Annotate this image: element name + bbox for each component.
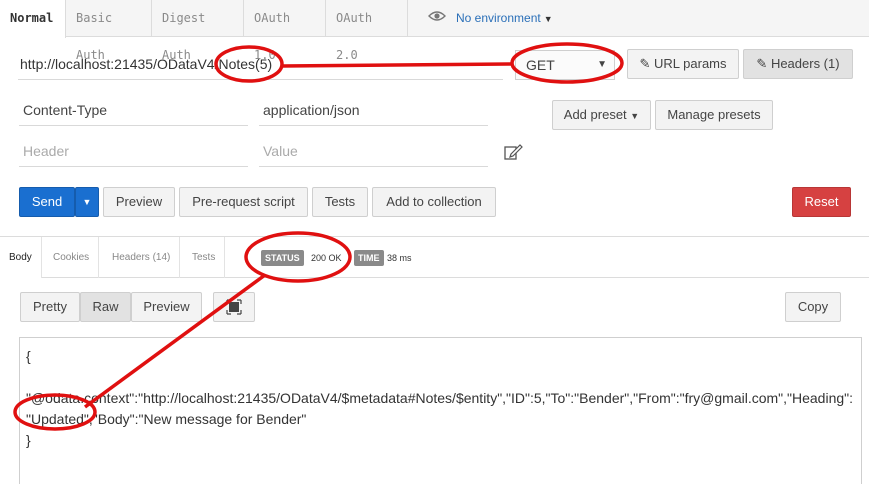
url-params-button[interactable]: ✎ URL params <box>627 49 739 79</box>
time-badge: TIME <box>354 250 384 266</box>
prerequest-script-button[interactable]: Pre-request script <box>179 187 308 217</box>
expand-button[interactable] <box>213 292 255 322</box>
tab-digest-auth[interactable]: Digest Auth <box>152 0 244 62</box>
raw-button[interactable]: Raw <box>80 292 131 322</box>
response-body[interactable]: { "@odata.context":"http://localhost:214… <box>19 337 862 484</box>
reset-button[interactable]: Reset <box>792 187 851 217</box>
tests-button[interactable]: Tests <box>312 187 368 217</box>
chevron-down-icon: ▼ <box>543 14 553 24</box>
tab-basic-auth[interactable]: Basic Auth <box>66 0 152 62</box>
fullscreen-icon <box>226 299 242 315</box>
add-preset-label: Add preset <box>563 107 627 122</box>
tab-tests[interactable]: Tests <box>183 237 226 278</box>
bulk-edit-icon[interactable] <box>503 142 523 167</box>
body-line-close: } <box>26 432 31 448</box>
edit-icon: ✎ <box>639 56 651 71</box>
pretty-button[interactable]: Pretty <box>20 292 80 322</box>
preview-view-button[interactable]: Preview <box>131 292 202 322</box>
body-line-2: "Updated","Body":"New message for Bender… <box>26 411 307 427</box>
headers-label: Headers (1) <box>770 56 840 71</box>
body-line-1: "@odata.context":"http://localhost:21435… <box>26 390 853 406</box>
header-value-input[interactable]: Value <box>259 137 488 167</box>
environment-label: No environment <box>456 11 541 25</box>
tab-normal[interactable]: Normal <box>0 0 66 38</box>
body-blank-line <box>26 367 855 388</box>
chevron-down-icon: ▼ <box>82 197 92 207</box>
tab-oauth-1[interactable]: OAuth 1.0 <box>244 0 326 62</box>
header-key-field[interactable]: Content-Type <box>19 96 248 126</box>
chevron-down-icon: ▼ <box>630 111 640 121</box>
status-badge: STATUS <box>261 250 304 266</box>
environment-selector[interactable]: No environment ▼ <box>428 0 553 37</box>
edit-icon: ✎ <box>756 56 768 71</box>
chevron-down-icon: ▼ <box>597 59 607 70</box>
copy-button[interactable]: Copy <box>785 292 841 322</box>
status-value: 200 OK <box>311 253 342 263</box>
body-line-open: { <box>26 348 31 364</box>
auth-tab-bar: Normal Basic Auth Digest Auth OAuth 1.0 … <box>0 0 869 62</box>
headers-button[interactable]: ✎ Headers (1) <box>743 49 853 79</box>
tab-cookies[interactable]: Cookies <box>44 237 100 278</box>
response-tab-bar: Body Cookies Headers (14) Tests <box>0 236 869 278</box>
method-value: GET <box>526 57 555 73</box>
tab-oauth-2[interactable]: OAuth 2.0 <box>326 0 408 62</box>
tab-headers[interactable]: Headers (14) <box>103 237 181 278</box>
eye-icon <box>428 0 446 37</box>
preview-button[interactable]: Preview <box>103 187 175 217</box>
add-to-collection-button[interactable]: Add to collection <box>372 187 496 217</box>
add-preset-button[interactable]: Add preset ▼ <box>552 100 651 130</box>
time-value: 38 ms <box>387 253 412 263</box>
tab-body[interactable]: Body <box>0 237 42 278</box>
header-value-field[interactable]: application/json <box>259 96 488 126</box>
url-input[interactable]: http://localhost:21435/ODataV4/Notes(5) <box>18 50 503 80</box>
send-dropdown-button[interactable]: ▼ <box>75 187 99 217</box>
url-params-label: URL params <box>654 56 727 71</box>
manage-presets-button[interactable]: Manage presets <box>655 100 773 130</box>
send-button[interactable]: Send <box>19 187 75 217</box>
method-select[interactable]: GET ▼ <box>515 50 615 80</box>
header-key-input[interactable]: Header <box>19 137 248 167</box>
